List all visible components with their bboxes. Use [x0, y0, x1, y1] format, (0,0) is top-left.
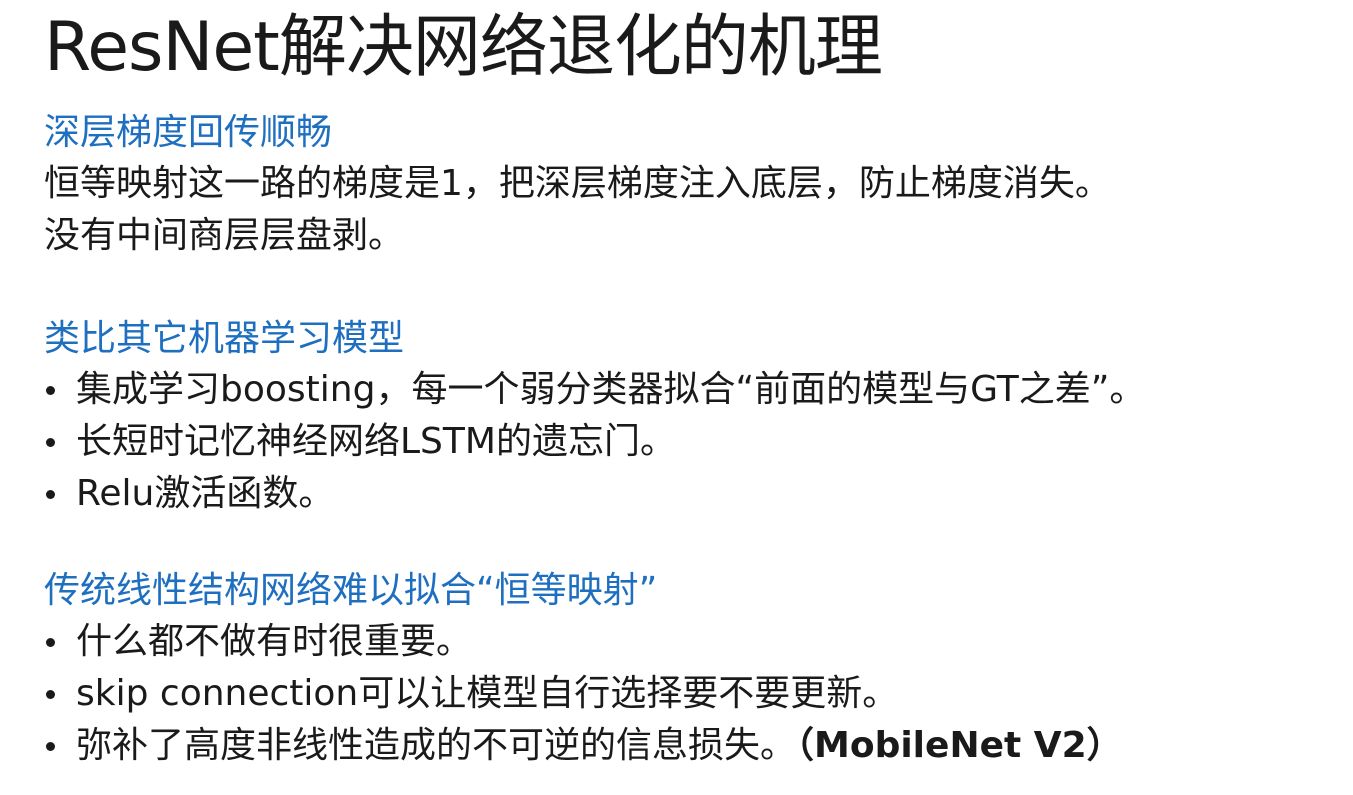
bullet-text: 长短时记忆神经网络LSTM的遗忘门。	[76, 421, 676, 462]
bullet-dot-icon	[46, 386, 55, 395]
section-heading: 类比其它机器学习模型	[44, 318, 405, 359]
bullet-dot-icon	[46, 638, 55, 647]
section-identity-mapping: 传统线性结构网络难以拟合“恒等映射” 什么都不做有时很重要。 skip conn…	[44, 566, 1123, 772]
bullet-list: 什么都不做有时很重要。 skip connection可以让模型自行选择要不要更…	[44, 616, 1123, 772]
section-heading: 传统线性结构网络难以拟合“恒等映射”	[44, 570, 658, 611]
bullet-text: Relu激活函数。	[76, 473, 335, 514]
bullet-list: 集成学习boosting，每一个弱分类器拟合“前面的模型与GT之差”。 长短时记…	[44, 364, 1145, 520]
section-gradient-flow: 深层梯度回传顺畅 恒等映射这一路的梯度是1，把深层梯度注入底层，防止梯度消失。 …	[44, 108, 1111, 262]
bullet-dot-icon	[46, 690, 55, 699]
bullet-item: 什么都不做有时很重要。	[44, 616, 1123, 668]
bullet-dot-icon	[46, 490, 55, 499]
bullet-text: 集成学习boosting，每一个弱分类器拟合“前面的模型与GT之差”。	[76, 369, 1146, 410]
section-heading: 深层梯度回传顺畅	[44, 112, 333, 153]
bullet-item: skip connection可以让模型自行选择要不要更新。	[44, 668, 1123, 720]
slide-title: ResNet解决网络退化的机理	[44, 8, 883, 87]
bullet-item: Relu激活函数。	[44, 468, 1145, 520]
bullet-dot-icon	[46, 742, 55, 751]
body-text-line: 没有中间商层层盘剥。	[44, 215, 405, 256]
bullet-dot-icon	[46, 438, 55, 447]
section-analogy: 类比其它机器学习模型 集成学习boosting，每一个弱分类器拟合“前面的模型与…	[44, 314, 1145, 520]
bullet-text: 什么都不做有时很重要。	[76, 621, 473, 662]
bullet-item: 弥补了高度非线性造成的不可逆的信息损失。（MobileNet V2）	[44, 720, 1123, 772]
bullet-item: 长短时记忆神经网络LSTM的遗忘门。	[44, 416, 1145, 468]
bullet-reference: （MobileNet V2）	[796, 725, 1123, 766]
bullet-text: 弥补了高度非线性造成的不可逆的信息损失。	[76, 725, 797, 766]
bullet-item: 集成学习boosting，每一个弱分类器拟合“前面的模型与GT之差”。	[44, 364, 1145, 416]
body-text-line: 恒等映射这一路的梯度是1，把深层梯度注入底层，防止梯度消失。	[44, 163, 1111, 204]
bullet-text: skip connection可以让模型自行选择要不要更新。	[76, 673, 899, 714]
